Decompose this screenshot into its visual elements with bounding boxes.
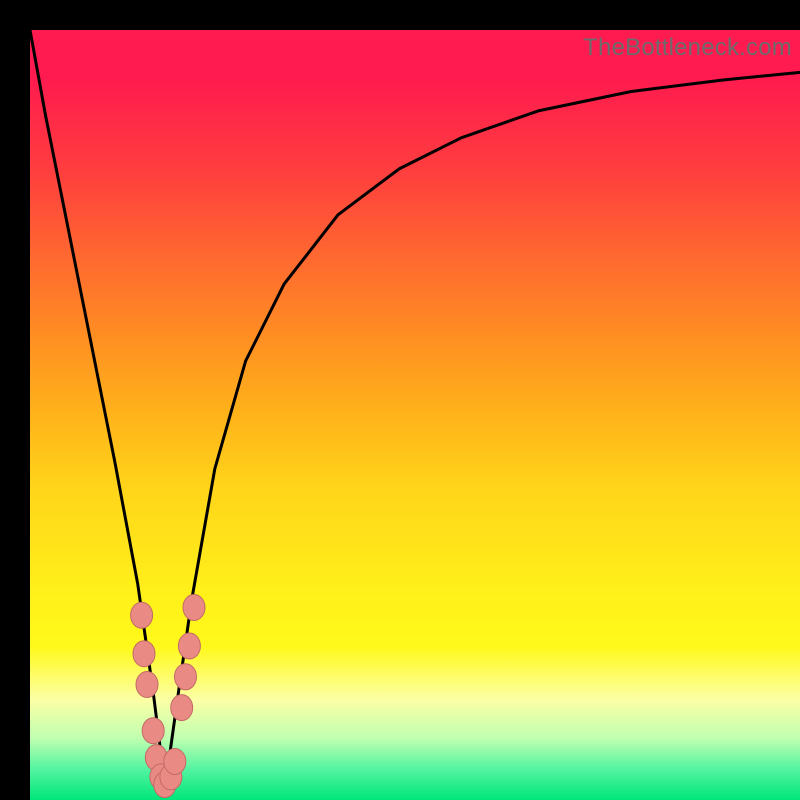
data-marker (136, 672, 158, 698)
data-marker (171, 695, 193, 721)
data-marker (133, 641, 155, 667)
data-marker (175, 664, 197, 690)
plot-area (30, 30, 800, 800)
data-marker (164, 749, 186, 775)
bottleneck-curve (30, 30, 800, 785)
data-marker (154, 772, 176, 798)
data-marker (150, 764, 172, 790)
curve-layer (30, 30, 800, 800)
figure-frame: TheBottleneck.com (0, 0, 800, 800)
data-marker (178, 633, 200, 659)
data-markers (131, 595, 205, 798)
data-marker (145, 745, 167, 771)
data-marker (183, 595, 205, 621)
data-marker (131, 602, 153, 628)
data-marker (160, 764, 182, 790)
data-marker (142, 718, 164, 744)
